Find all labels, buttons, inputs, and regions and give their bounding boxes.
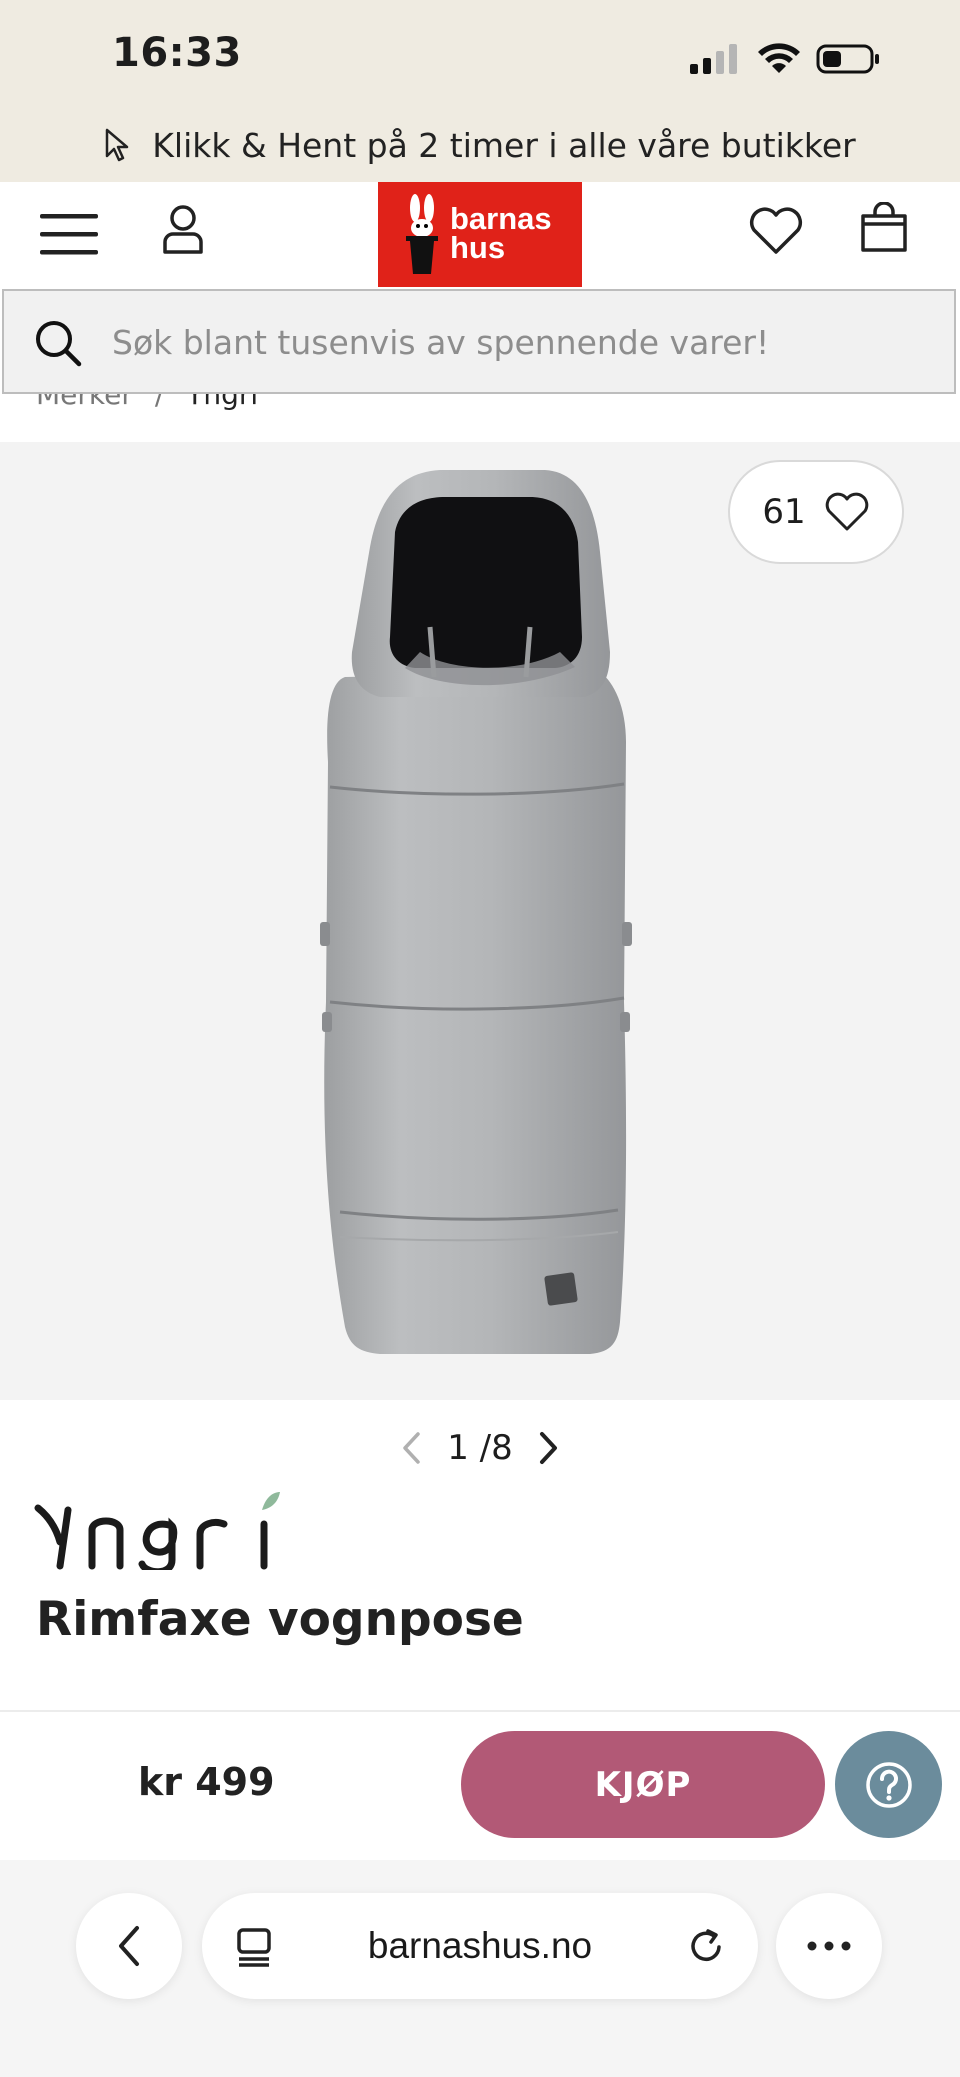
cursor-icon <box>106 128 129 162</box>
page-menu-icon[interactable] <box>236 1927 272 1967</box>
browser-back-button[interactable] <box>76 1893 182 1999</box>
battery-icon <box>816 44 879 74</box>
wishlist-heart-icon[interactable] <box>748 206 804 256</box>
status-time: 16:33 <box>112 30 242 76</box>
product-image-footmuff <box>320 470 632 1354</box>
signal-icon <box>690 44 737 74</box>
search-input[interactable] <box>110 291 914 394</box>
browser-more-button[interactable] <box>776 1893 882 1999</box>
more-icon <box>807 1941 851 1951</box>
heart-icon <box>825 492 868 531</box>
product-image-gallery[interactable] <box>0 442 960 1400</box>
wifi-icon <box>758 43 800 73</box>
help-button[interactable] <box>835 1731 942 1838</box>
search-bar[interactable] <box>2 289 956 394</box>
chevron-left-icon[interactable] <box>401 1431 423 1465</box>
user-icon[interactable] <box>160 204 206 256</box>
divider <box>0 1710 960 1712</box>
brand-logo-yngri[interactable] <box>34 1490 294 1570</box>
site-logo[interactable]: barnas hus <box>378 182 582 287</box>
chevron-right-icon[interactable] <box>537 1431 559 1465</box>
logo-line-2: hus <box>450 230 506 265</box>
status-icons <box>690 43 879 74</box>
logo-text: barnas hus <box>450 201 552 265</box>
product-title: Rimfaxe vognpose <box>36 1592 524 1647</box>
image-pager: 1 /8 <box>0 1420 960 1476</box>
reload-icon[interactable] <box>686 1925 728 1967</box>
product-price: kr 499 <box>138 1760 275 1804</box>
search-icon <box>36 321 82 367</box>
bunny-hat-icon <box>406 194 438 274</box>
chevron-left-icon <box>119 1926 139 1966</box>
promo-banner[interactable]: Klikk & Hent på 2 timer i alle våre buti… <box>0 118 960 172</box>
browser-url-text: barnashus.no <box>367 1925 593 1966</box>
favorite-count: 61 <box>762 492 806 532</box>
buy-button[interactable]: KJØP <box>461 1731 825 1838</box>
pager-total: 8 <box>491 1428 513 1468</box>
pager-current: 1 <box>447 1428 469 1468</box>
question-mark-icon <box>865 1761 912 1808</box>
browser-url-bar[interactable]: barnashus.no <box>202 1893 758 1999</box>
favorite-count-button[interactable]: 61 <box>728 460 904 564</box>
pager-separator: / <box>479 1428 492 1468</box>
pager-text: 1 /8 <box>447 1428 513 1468</box>
logo-line-1: barnas <box>450 201 552 236</box>
cart-bag-icon[interactable] <box>860 202 908 254</box>
promo-text: Klikk & Hent på 2 timer i alle våre buti… <box>152 125 856 165</box>
menu-icon[interactable] <box>40 212 98 258</box>
